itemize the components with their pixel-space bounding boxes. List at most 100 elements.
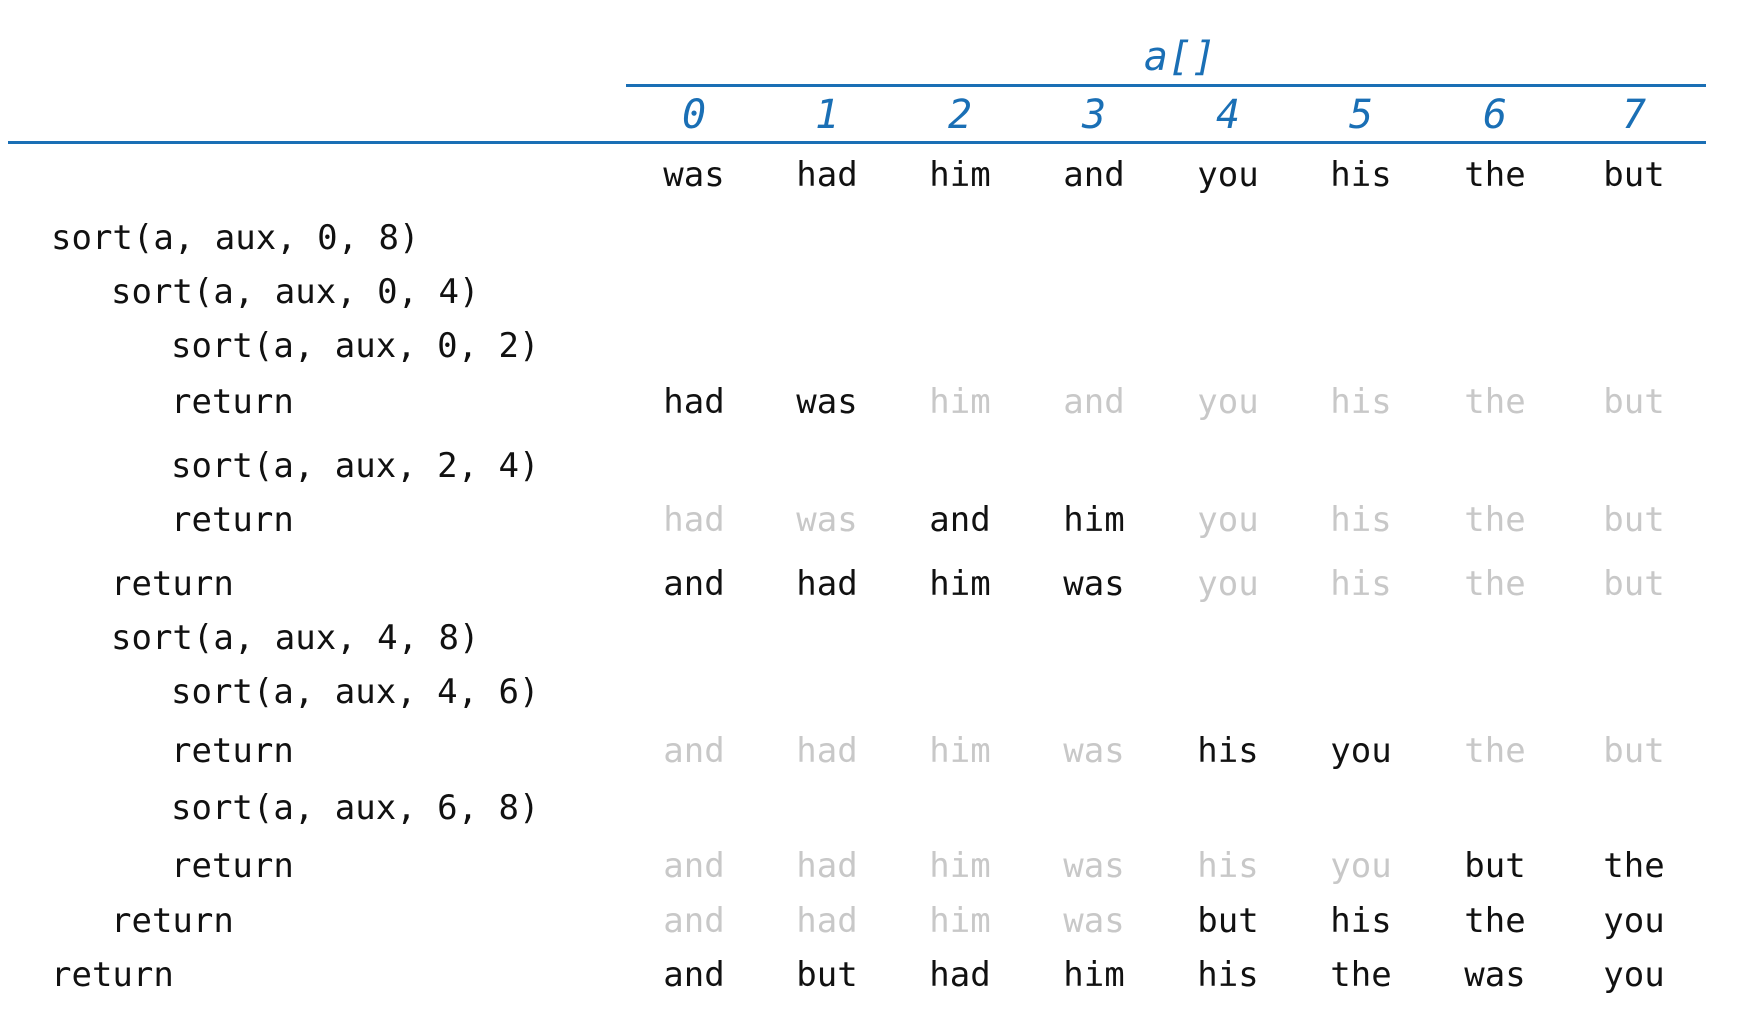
array-cell: you [1197, 382, 1259, 422]
array-cell: was [1063, 564, 1125, 604]
sort-call-label: sort(a, aux, 4, 6) [171, 672, 540, 712]
return-label: return [111, 901, 234, 941]
array-cell: had [796, 901, 858, 941]
trace-row: sort(a, aux, 4, 8) [0, 613, 1754, 663]
array-cell: but [1603, 564, 1665, 604]
column-index-7: 7 [1621, 92, 1647, 138]
array-cell: had [796, 564, 858, 604]
array-cell: his [1330, 564, 1392, 604]
trace-row: sort(a, aux, 6, 8) [0, 783, 1754, 833]
array-cell: and [663, 564, 725, 604]
table-header-rule [8, 141, 1706, 144]
array-cell: but [1603, 382, 1665, 422]
array-cell: was [1063, 901, 1125, 941]
array-cell: and [1063, 155, 1125, 195]
return-label: return [171, 500, 294, 540]
array-cell: him [929, 731, 991, 771]
array-cell: the [1464, 382, 1526, 422]
array-label: a[] [1143, 34, 1217, 80]
array-cell: had [796, 155, 858, 195]
column-index-4: 4 [1215, 92, 1241, 138]
array-cell: and [1063, 382, 1125, 422]
array-cell: had [929, 955, 991, 995]
trace-row: return and had him was his you but the [0, 841, 1754, 891]
array-cell: and [663, 846, 725, 886]
array-cell: had [796, 731, 858, 771]
array-cell: was [1464, 955, 1526, 995]
return-label: return [171, 846, 294, 886]
array-cell: his [1330, 382, 1392, 422]
array-cell: and [663, 731, 725, 771]
array-cell: but [1603, 500, 1665, 540]
column-index-6: 6 [1482, 92, 1508, 138]
array-cell: the [1464, 901, 1526, 941]
array-cell: the [1464, 155, 1526, 195]
array-cell: his [1330, 155, 1392, 195]
return-label: return [51, 955, 174, 995]
array-cell: you [1197, 500, 1259, 540]
array-cell: but [1603, 155, 1665, 195]
column-index-5: 5 [1348, 92, 1374, 138]
array-cell: and [929, 500, 991, 540]
array-cell: had [663, 382, 725, 422]
column-index-2: 2 [947, 92, 973, 138]
array-cell: you [1330, 731, 1392, 771]
array-cell: his [1197, 731, 1259, 771]
array-cell: you [1603, 901, 1665, 941]
array-cell: was [796, 382, 858, 422]
array-cell: you [1197, 155, 1259, 195]
sort-call-label: sort(a, aux, 6, 8) [171, 788, 540, 828]
array-cell: him [929, 901, 991, 941]
trace-row: return and had him was but his the you [0, 896, 1754, 946]
trace-row: return had was him and you his the but [0, 377, 1754, 427]
array-cell: his [1197, 955, 1259, 995]
array-cell: and [663, 901, 725, 941]
array-header-rule [626, 84, 1706, 87]
trace-row: sort(a, aux, 0, 8) [0, 213, 1754, 263]
sort-call-label: sort(a, aux, 0, 4) [111, 272, 480, 312]
array-cell: his [1330, 500, 1392, 540]
column-index-0: 0 [681, 92, 707, 138]
array-cell: the [1330, 955, 1392, 995]
array-cell: the [1464, 564, 1526, 604]
trace-row: return had was and him you his the but [0, 495, 1754, 545]
column-index-3: 3 [1081, 92, 1107, 138]
array-cell: you [1330, 846, 1392, 886]
array-cell: him [929, 155, 991, 195]
array-cell: was [663, 155, 725, 195]
trace-row: sort(a, aux, 0, 4) [0, 267, 1754, 317]
array-cell: the [1603, 846, 1665, 886]
sort-call-label: sort(a, aux, 0, 8) [51, 218, 420, 258]
array-cell: him [929, 846, 991, 886]
array-cell: you [1197, 564, 1259, 604]
array-cell: you [1603, 955, 1665, 995]
array-cell: had [796, 846, 858, 886]
trace-row: return and had him was his you the but [0, 726, 1754, 776]
sort-call-label: sort(a, aux, 4, 8) [111, 618, 480, 658]
sort-call-label: sort(a, aux, 0, 2) [171, 326, 540, 366]
array-cell: but [1464, 846, 1526, 886]
array-cell: his [1330, 901, 1392, 941]
array-cell: had [663, 500, 725, 540]
sort-call-label: sort(a, aux, 2, 4) [171, 446, 540, 486]
array-cell: the [1464, 731, 1526, 771]
initial-array-row: was had him and you his the but [0, 150, 1754, 200]
array-cell: but [1197, 901, 1259, 941]
array-cell: was [1063, 846, 1125, 886]
array-cell: but [1603, 731, 1665, 771]
array-cell: his [1197, 846, 1259, 886]
array-cell: him [1063, 955, 1125, 995]
array-cell: was [796, 500, 858, 540]
return-label: return [111, 564, 234, 604]
trace-row: return and but had him his the was you [0, 950, 1754, 1000]
array-cell: the [1464, 500, 1526, 540]
array-cell: was [1063, 731, 1125, 771]
trace-row: sort(a, aux, 0, 2) [0, 321, 1754, 371]
array-cell: and [663, 955, 725, 995]
trace-row: return and had him was you his the but [0, 559, 1754, 609]
return-label: return [171, 731, 294, 771]
trace-row: sort(a, aux, 2, 4) [0, 441, 1754, 491]
column-index-1: 1 [814, 92, 840, 138]
array-cell: but [796, 955, 858, 995]
array-cell: him [929, 564, 991, 604]
